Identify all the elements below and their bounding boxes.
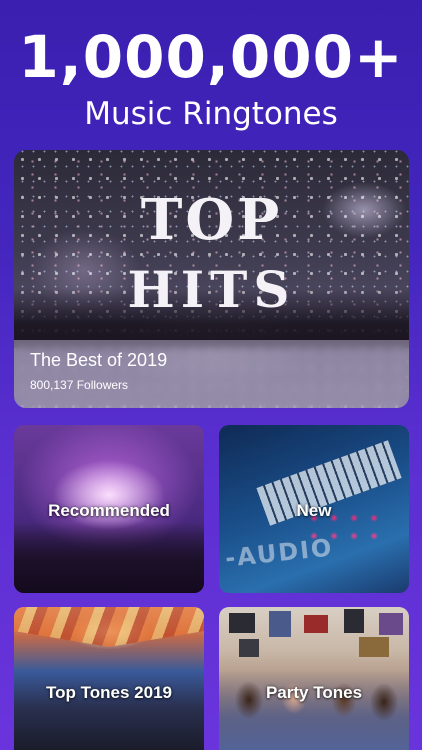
category-card-party-tones[interactable]: Party Tones <box>219 607 409 750</box>
hero-caption-bar: The Best of 2019 800,137 Followers <box>14 340 409 408</box>
wall-frames-image <box>219 607 409 662</box>
festival-tent-image <box>14 607 204 647</box>
concert-crowd-image <box>14 523 204 593</box>
category-card-recommended[interactable]: Recommended <box>14 425 204 593</box>
hero-art-top: TOP <box>140 187 283 253</box>
category-card-new[interactable]: -AUDIO New <box>219 425 409 593</box>
followers-count: 800,137 Followers <box>30 378 129 392</box>
headline: 1,000,000+ <box>18 23 404 91</box>
device-brand-text: -AUDIO <box>223 533 335 573</box>
band-photo-image <box>219 670 409 750</box>
category-label: Recommended <box>48 501 170 520</box>
category-label: Party Tones <box>265 683 363 702</box>
top-hits-playlist-card[interactable]: TOP HITS The Best of 2019 800,137 Follow… <box>14 150 409 408</box>
playlist-title: The Best of 2019 <box>30 350 168 370</box>
subheadline: Music Ringtones <box>84 96 338 132</box>
hero-art-hits: HITS <box>127 260 296 319</box>
category-label: Top Tones 2019 <box>46 683 172 702</box>
category-card-top-tones-2019[interactable]: Top Tones 2019 <box>14 607 204 750</box>
category-label: New <box>296 501 332 520</box>
